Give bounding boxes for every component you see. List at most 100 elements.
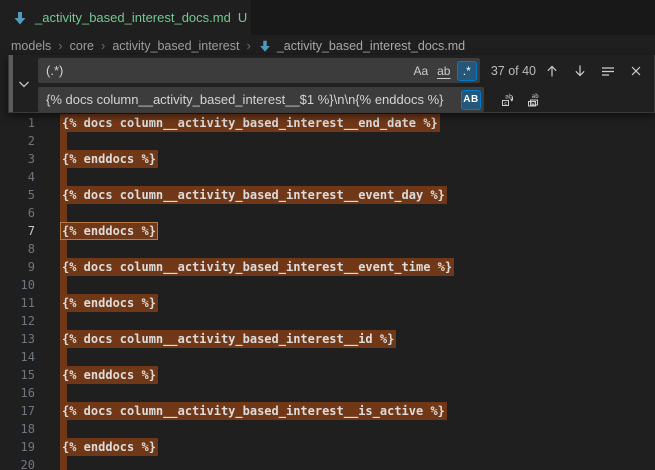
line-number: 9 bbox=[0, 258, 60, 276]
editor-line[interactable]: 2 bbox=[0, 132, 655, 150]
line-content bbox=[60, 276, 67, 294]
breadcrumb-separator: › bbox=[101, 38, 105, 53]
editor-line[interactable]: 9{% docs column__activity_based_interest… bbox=[0, 258, 655, 276]
line-content bbox=[60, 240, 67, 258]
vscode-window: _activity_based_interest_docs.md U model… bbox=[0, 0, 655, 470]
line-content: {% docs column__activity_based_interest_… bbox=[60, 114, 440, 132]
editor-line[interactable]: 8 bbox=[0, 240, 655, 258]
find-in-selection-button[interactable] bbox=[598, 60, 620, 82]
line-number: 5 bbox=[0, 186, 60, 204]
editor-line[interactable]: 15{% enddocs %} bbox=[0, 366, 655, 384]
line-content: {% docs column__activity_based_interest_… bbox=[60, 258, 454, 276]
next-match-button[interactable] bbox=[570, 60, 592, 82]
line-number: 15 bbox=[0, 366, 60, 384]
line-content: {% enddocs %} bbox=[60, 366, 158, 384]
replace-buttons: ab c ab ac bbox=[494, 89, 546, 111]
find-match-empty-highlight bbox=[60, 240, 67, 258]
breadcrumb-item-file[interactable]: _activity_based_interest_docs.md bbox=[258, 39, 465, 53]
line-number: 8 bbox=[0, 240, 60, 258]
find-match-empty-highlight bbox=[60, 132, 67, 150]
svg-text:ac: ac bbox=[530, 101, 536, 107]
svg-text:ab: ab bbox=[532, 93, 540, 100]
editor-line[interactable]: 18 bbox=[0, 420, 655, 438]
find-match-empty-highlight bbox=[60, 312, 67, 330]
find-input[interactable]: (.*) Aa ab .* bbox=[38, 58, 480, 83]
line-number: 6 bbox=[0, 204, 60, 222]
toggle-replace-button[interactable] bbox=[16, 76, 32, 92]
line-content: {% enddocs %} bbox=[60, 150, 158, 168]
line-content bbox=[60, 456, 67, 470]
line-number: 1 bbox=[0, 114, 60, 132]
line-content bbox=[60, 312, 67, 330]
breadcrumb-item-models[interactable]: models bbox=[11, 39, 51, 53]
editor-line[interactable]: 3{% enddocs %} bbox=[0, 150, 655, 168]
replace-input[interactable]: {% docs column__activity_based_interest_… bbox=[38, 87, 484, 112]
line-content: {% enddocs %} bbox=[60, 438, 158, 456]
replace-one-button[interactable]: ab c bbox=[498, 89, 520, 111]
editor-line[interactable]: 1{% docs column__activity_based_interest… bbox=[0, 114, 655, 132]
find-match-empty-highlight bbox=[60, 168, 67, 186]
chevron-down-icon bbox=[16, 76, 32, 92]
regex-toggle[interactable]: .* bbox=[457, 61, 477, 81]
editor-line[interactable]: 10 bbox=[0, 276, 655, 294]
tab-active-file[interactable]: _activity_based_interest_docs.md U bbox=[0, 0, 251, 35]
line-content: {% docs column__activity_based_interest_… bbox=[60, 186, 447, 204]
git-status-badge: U bbox=[238, 10, 247, 25]
preserve-case-toggle[interactable]: AB bbox=[461, 90, 481, 110]
editor-pane[interactable]: 1{% docs column__activity_based_interest… bbox=[0, 56, 655, 470]
line-number: 17 bbox=[0, 402, 60, 420]
editor-line[interactable]: 20 bbox=[0, 456, 655, 470]
find-match-highlight: {% docs column__activity_based_interest_… bbox=[60, 114, 440, 132]
whole-word-toggle[interactable]: ab bbox=[434, 61, 454, 81]
close-find-widget-button[interactable] bbox=[626, 60, 648, 82]
editor-line[interactable]: 4 bbox=[0, 168, 655, 186]
editor-line[interactable]: 19{% enddocs %} bbox=[0, 438, 655, 456]
editor-line[interactable]: 16 bbox=[0, 384, 655, 402]
editor-line[interactable]: 17{% docs column__activity_based_interes… bbox=[0, 402, 655, 420]
breadcrumb-separator: › bbox=[58, 38, 62, 53]
editor-line[interactable]: 12 bbox=[0, 312, 655, 330]
breadcrumb-item-core[interactable]: core bbox=[70, 39, 94, 53]
find-match-highlight: {% enddocs %} bbox=[60, 438, 158, 456]
line-number: 2 bbox=[0, 132, 60, 150]
arrow-down-icon bbox=[572, 63, 588, 79]
line-number: 14 bbox=[0, 348, 60, 366]
find-in-selection-icon bbox=[600, 63, 616, 79]
breadcrumb-item-activity-based-interest[interactable]: activity_based_interest bbox=[112, 39, 239, 53]
line-number: 20 bbox=[0, 456, 60, 470]
line-number: 4 bbox=[0, 168, 60, 186]
replace-all-button[interactable]: ab ac bbox=[524, 89, 546, 111]
close-icon bbox=[628, 63, 644, 79]
find-widget-resize-sash[interactable] bbox=[9, 55, 13, 112]
editor-line[interactable]: 11{% enddocs %} bbox=[0, 294, 655, 312]
find-replace-widget: (.*) Aa ab .* 37 of 40 bbox=[8, 55, 655, 113]
line-content: {% enddocs %} bbox=[60, 294, 158, 312]
find-match-empty-highlight bbox=[60, 456, 67, 470]
line-content bbox=[60, 420, 67, 438]
find-match-empty-highlight bbox=[60, 384, 67, 402]
replace-all-icon: ab ac bbox=[526, 92, 542, 108]
editor-line[interactable]: 14 bbox=[0, 348, 655, 366]
svg-text:c: c bbox=[504, 100, 507, 106]
find-match-highlight: {% enddocs %} bbox=[60, 150, 158, 168]
editor-line[interactable]: 13{% docs column__activity_based_interes… bbox=[0, 330, 655, 348]
line-number: 12 bbox=[0, 312, 60, 330]
editor-line[interactable]: 7{% enddocs %} bbox=[0, 222, 655, 240]
line-content bbox=[60, 132, 67, 150]
editor-line[interactable]: 6 bbox=[0, 204, 655, 222]
match-case-toggle[interactable]: Aa bbox=[411, 61, 431, 81]
find-match-highlight: {% docs column__activity_based_interest_… bbox=[60, 330, 396, 348]
find-input-value: (.*) bbox=[38, 63, 411, 78]
line-content: {% docs column__activity_based_interest_… bbox=[60, 402, 447, 420]
line-number: 18 bbox=[0, 420, 60, 438]
line-content: {% docs column__activity_based_interest_… bbox=[60, 330, 396, 348]
previous-match-button[interactable] bbox=[542, 60, 564, 82]
find-nav-buttons bbox=[536, 60, 654, 82]
line-number: 11 bbox=[0, 294, 60, 312]
line-content: {% enddocs %} bbox=[60, 222, 158, 240]
line-number: 19 bbox=[0, 438, 60, 456]
line-number: 3 bbox=[0, 150, 60, 168]
editor-line[interactable]: 5{% docs column__activity_based_interest… bbox=[0, 186, 655, 204]
tab-filename: _activity_based_interest_docs.md bbox=[35, 10, 231, 25]
find-match-highlight: {% enddocs %} bbox=[60, 222, 158, 240]
